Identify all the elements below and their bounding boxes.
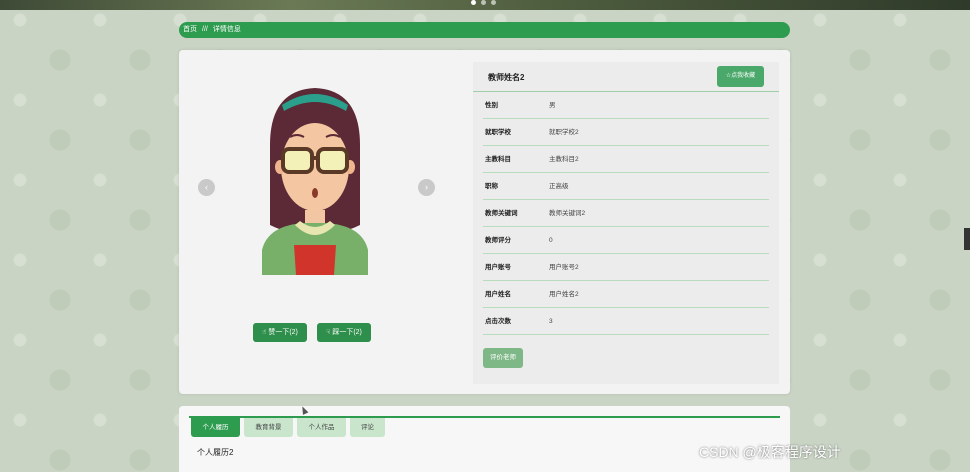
tab-education[interactable]: 教育背景 bbox=[244, 418, 293, 437]
field-value: 男 bbox=[549, 102, 556, 109]
prev-image-button[interactable]: ‹ bbox=[198, 179, 215, 196]
field-value: 用户姓名2 bbox=[549, 291, 579, 298]
field-value: 3 bbox=[549, 318, 553, 325]
teacher-info-card: 教师姓名2 ☆点我收藏 性别 男 就职学校 就职学校2 主教科目 主教科目2 职… bbox=[473, 62, 779, 384]
info-row-school: 就职学校 就职学校2 bbox=[483, 119, 769, 146]
like-button[interactable]: ☝ 赞一下(2) bbox=[253, 323, 307, 342]
info-header: 教师姓名2 ☆点我收藏 bbox=[473, 62, 779, 92]
watermark: CSDN @极客程序设计 bbox=[699, 444, 841, 460]
field-label: 教师关键词 bbox=[485, 210, 518, 217]
field-label: 点击次数 bbox=[485, 318, 511, 325]
teacher-avatar-image bbox=[262, 88, 368, 275]
field-label: 性别 bbox=[485, 102, 498, 109]
tabs-panel: 个人履历 教育背景 个人作品 评论 个人履历2 bbox=[179, 406, 790, 472]
info-row-username: 用户姓名 用户姓名2 bbox=[483, 281, 769, 308]
teacher-name: 教师姓名2 bbox=[488, 73, 525, 82]
side-tab[interactable] bbox=[964, 228, 970, 250]
field-value: 教师关键词2 bbox=[549, 210, 586, 217]
field-value: 就职学校2 bbox=[549, 129, 579, 136]
info-row-subject: 主教科目 主教科目2 bbox=[483, 146, 769, 173]
carousel-dot[interactable] bbox=[471, 0, 476, 5]
info-row-title: 职称 正高级 bbox=[483, 173, 769, 200]
field-label: 主教科目 bbox=[485, 156, 511, 163]
like-label: ☝ 赞一下(2) bbox=[262, 329, 298, 336]
carousel-dot[interactable] bbox=[481, 0, 486, 5]
info-row-clicks: 点击次数 3 bbox=[483, 308, 769, 335]
rate-teacher-button[interactable]: 评价老师 bbox=[483, 348, 523, 368]
chevron-left-icon: ‹ bbox=[205, 182, 208, 192]
favorite-button[interactable]: ☆点我收藏 bbox=[717, 66, 764, 87]
field-value: 0 bbox=[549, 237, 553, 244]
info-row-account: 用户账号 用户账号2 bbox=[483, 254, 769, 281]
field-label: 用户姓名 bbox=[485, 291, 511, 298]
top-banner-image bbox=[0, 0, 970, 10]
tab-works[interactable]: 个人作品 bbox=[297, 418, 346, 437]
carousel-dots[interactable] bbox=[471, 0, 496, 5]
dislike-label: ☟ 踩一下(2) bbox=[326, 329, 362, 336]
breadcrumb-current: 详情信息 bbox=[212, 26, 241, 33]
info-row-gender: 性别 男 bbox=[483, 92, 769, 119]
info-row-keywords: 教师关键词 教师关键词2 bbox=[483, 200, 769, 227]
field-label: 用户账号 bbox=[485, 264, 511, 271]
breadcrumb: 首页 /// 详情信息 bbox=[179, 22, 790, 38]
dislike-button[interactable]: ☟ 踩一下(2) bbox=[317, 323, 371, 342]
field-label: 就职学校 bbox=[485, 129, 511, 136]
tab-content: 个人履历2 bbox=[197, 448, 234, 457]
field-value: 用户账号2 bbox=[549, 264, 579, 271]
field-label: 职称 bbox=[485, 183, 498, 190]
tab-resume[interactable]: 个人履历 bbox=[191, 418, 240, 437]
carousel-dot[interactable] bbox=[491, 0, 496, 5]
field-label: 教师评分 bbox=[485, 237, 511, 244]
breadcrumb-home[interactable]: 首页 bbox=[183, 22, 197, 38]
field-value: 主教科目2 bbox=[549, 156, 579, 163]
info-row-rating: 教师评分 0 bbox=[483, 227, 769, 254]
detail-panel: ‹ › ☝ 赞一下(2) ☟ 踩一下(2) 教师姓名2 ☆点我收藏 性别 男 就… bbox=[179, 50, 790, 394]
chevron-right-icon: › bbox=[425, 182, 428, 192]
breadcrumb-separator: /// bbox=[202, 26, 208, 33]
tab-comments[interactable]: 评论 bbox=[350, 418, 385, 437]
next-image-button[interactable]: › bbox=[418, 179, 435, 196]
field-value: 正高级 bbox=[549, 183, 569, 190]
